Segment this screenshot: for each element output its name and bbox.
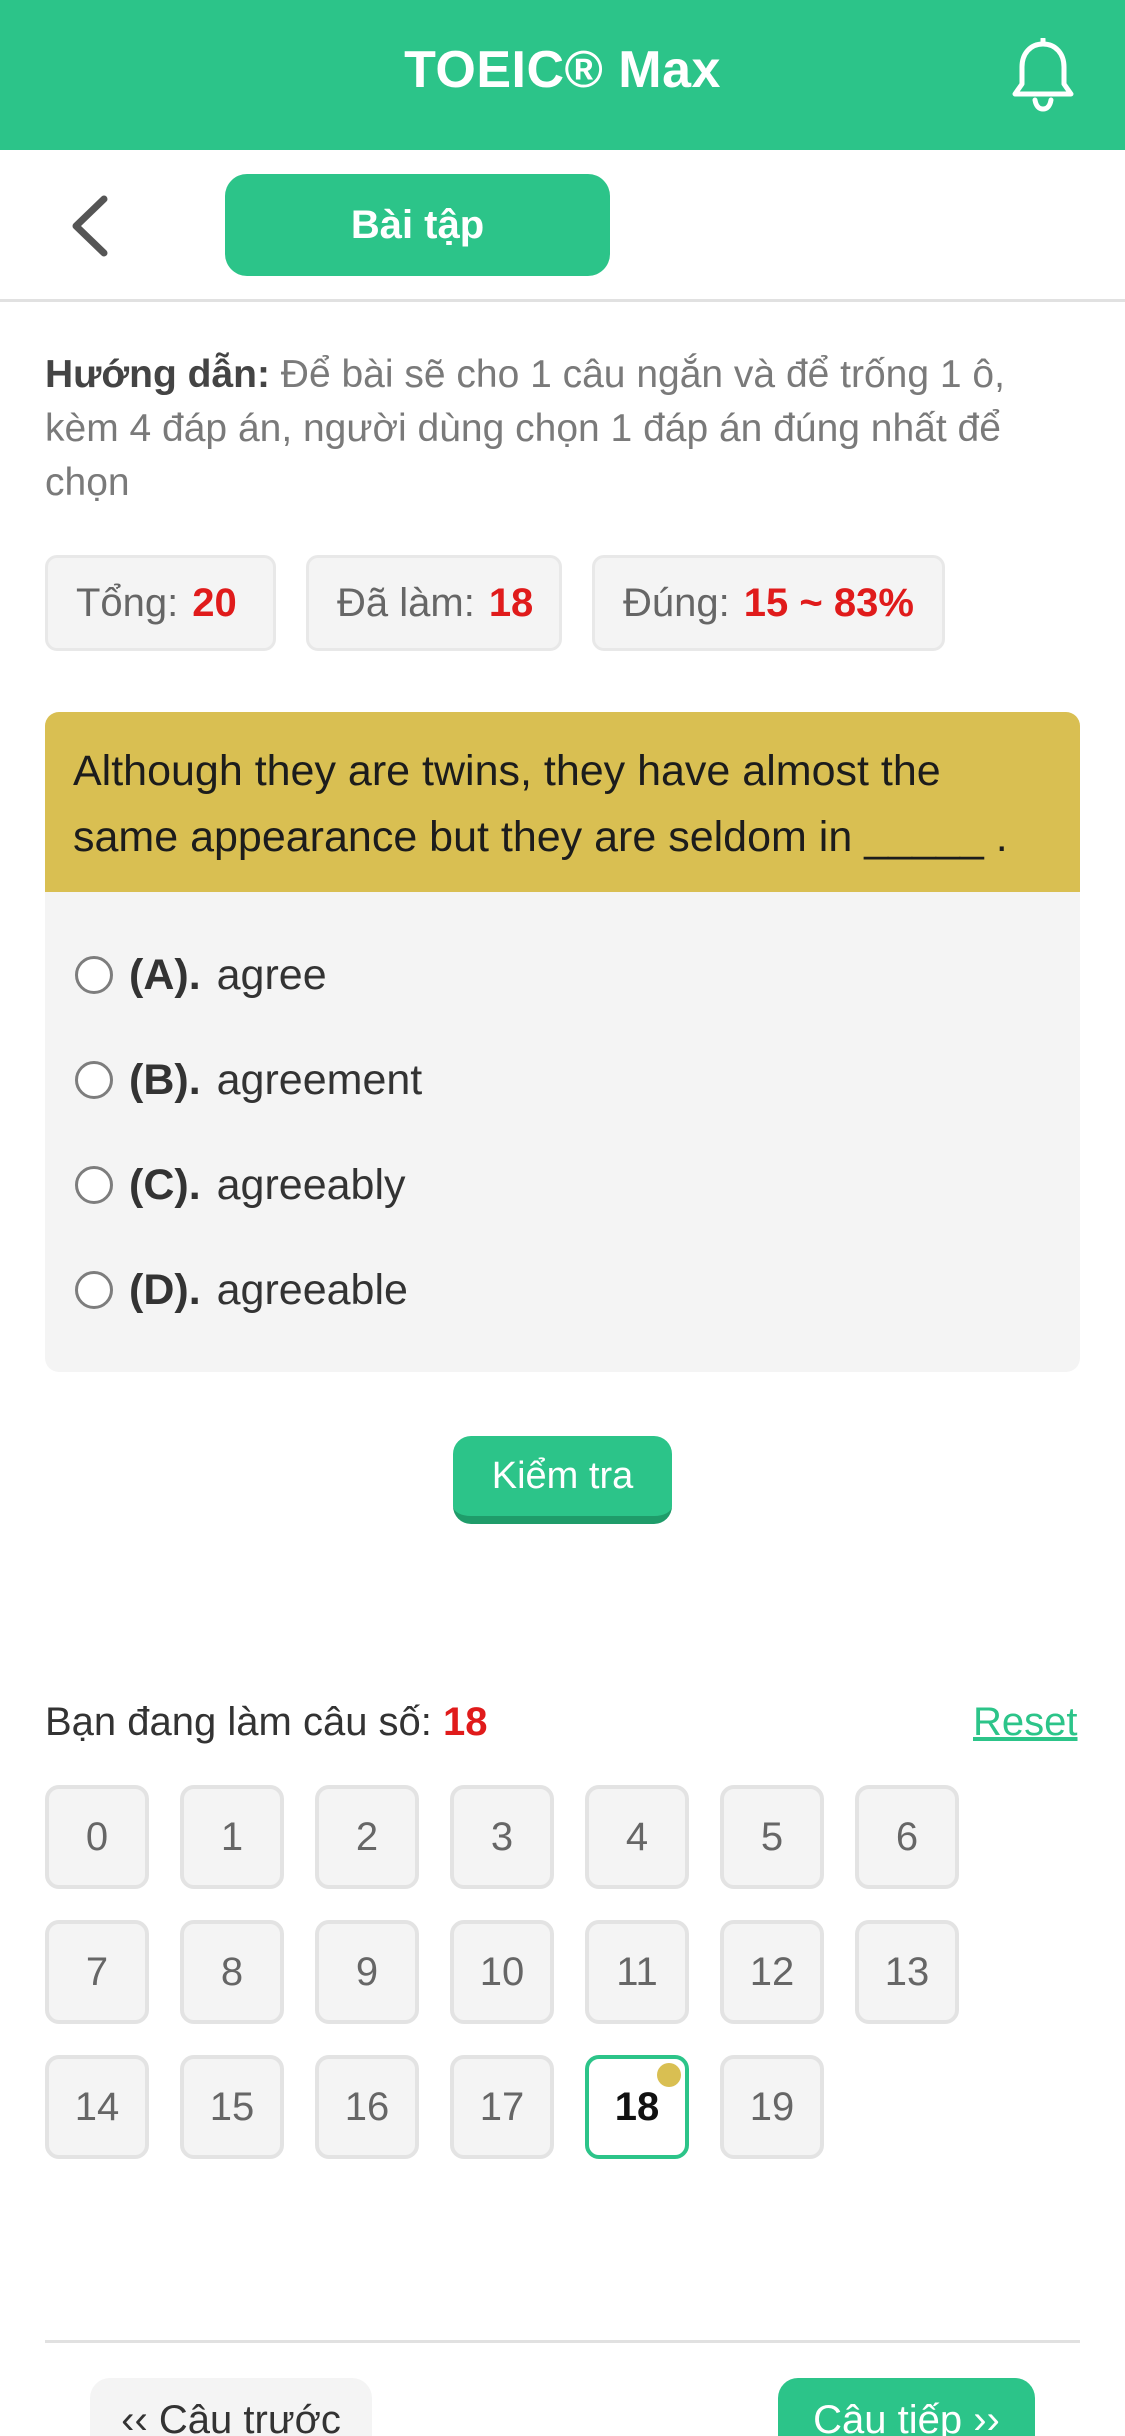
bell-icon[interactable] — [1010, 38, 1076, 112]
current-question-number: 18 — [443, 1700, 488, 1744]
question-number-cell[interactable]: 2 — [315, 1785, 419, 1889]
stat-total: Tổng: 20 — [45, 555, 276, 651]
question-number-cell[interactable]: 7 — [45, 1920, 149, 2024]
question-number-cell[interactable]: 12 — [720, 1920, 824, 2024]
next-question-button[interactable]: Câu tiếp ›› — [778, 2378, 1035, 2436]
stat-done-value: 18 — [488, 580, 534, 625]
prev-question-button[interactable]: ‹‹ Câu trước — [90, 2378, 372, 2436]
option-a[interactable]: (A). agree — [75, 940, 327, 1010]
instruction: Hướng dẫn: Để bài sẽ cho 1 câu ngắn và đ… — [45, 348, 1080, 510]
question-number-cell[interactable]: 14 — [45, 2055, 149, 2159]
instruction-label: Hướng dẫn: — [45, 353, 270, 396]
radio-button[interactable] — [75, 1271, 113, 1309]
app-title: TOEIC® Max — [404, 41, 721, 99]
cell-label: 18 — [614, 2084, 660, 2129]
chevron-left-icon[interactable] — [66, 193, 116, 259]
question-number-cell[interactable]: 6 — [855, 1785, 959, 1889]
current-question: Bạn đang làm câu số: 18 — [45, 1700, 488, 1744]
stat-correct: Đúng: 15 ~ 83% — [592, 555, 945, 651]
option-b[interactable]: (B). agreement — [75, 1045, 422, 1115]
question-number-cell[interactable]: 5 — [720, 1785, 824, 1889]
question-number-cell[interactable]: 16 — [315, 2055, 419, 2159]
app-header: TOEIC® Max — [0, 0, 1125, 150]
question-number-cell[interactable]: 3 — [450, 1785, 554, 1889]
question-number-cell[interactable]: 4 — [585, 1785, 689, 1889]
radio-button[interactable] — [75, 1061, 113, 1099]
question-number-cell[interactable]: 10 — [450, 1920, 554, 2024]
stat-done: Đã làm: 18 — [306, 555, 562, 651]
question-number-cell[interactable]: 13 — [855, 1920, 959, 2024]
question-number-cell[interactable]: 9 — [315, 1920, 419, 2024]
check-button[interactable]: Kiểm tra — [453, 1436, 672, 1524]
question-number-cell[interactable]: 11 — [585, 1920, 689, 2024]
sub-header: Bài tập — [0, 150, 1125, 302]
answer-options: (A). agree (B). agreement (C). agreeably… — [45, 892, 1080, 1372]
question-number-cell[interactable]: 19 — [720, 2055, 824, 2159]
question-number-cell[interactable]: 8 — [180, 1920, 284, 2024]
radio-button[interactable] — [75, 956, 113, 994]
option-c[interactable]: (C). agreeably — [75, 1150, 406, 1220]
option-d[interactable]: (D). agreeable — [75, 1255, 408, 1325]
question-number-cell[interactable]: 15 — [180, 2055, 284, 2159]
stat-correct-value: 15 ~ 83% — [743, 580, 914, 625]
current-indicator-dot — [657, 2063, 681, 2087]
question-number-cell[interactable]: 0 — [45, 1785, 149, 1889]
tab-exercise[interactable]: Bài tập — [225, 174, 610, 276]
reset-link[interactable]: Reset — [973, 1700, 1078, 1745]
question-text: Although they are twins, they have almos… — [45, 712, 1080, 892]
divider — [45, 2340, 1080, 2343]
question-number-cell[interactable]: 18 — [585, 2055, 689, 2159]
stat-total-value: 20 — [192, 580, 237, 625]
question-number-cell[interactable]: 1 — [180, 1785, 284, 1889]
question-number-cell[interactable]: 17 — [450, 2055, 554, 2159]
radio-button[interactable] — [75, 1166, 113, 1204]
